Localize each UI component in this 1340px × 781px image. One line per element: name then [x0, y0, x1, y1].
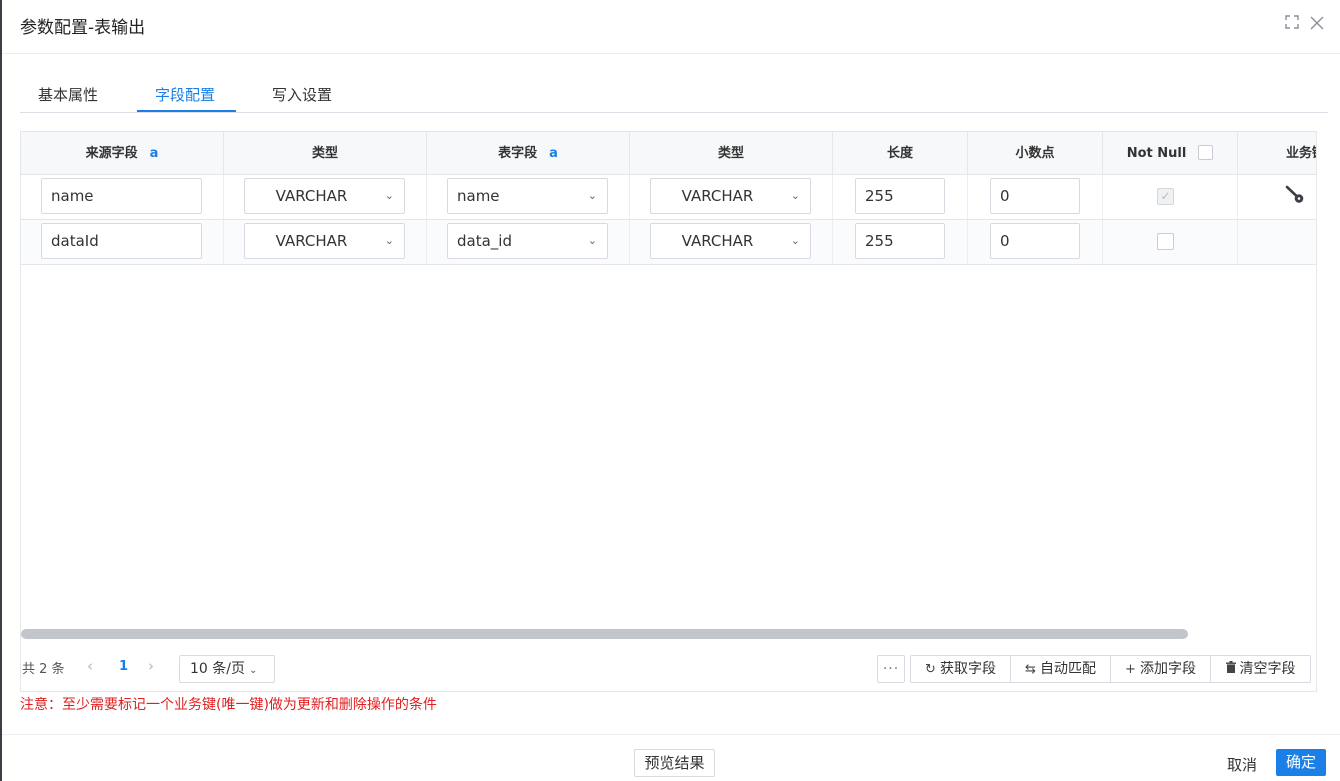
- auto-match-button[interactable]: ⇆ 自动匹配: [1010, 655, 1111, 683]
- close-icon[interactable]: [1308, 15, 1326, 33]
- dialog-title: 参数配置-表输出: [20, 18, 146, 38]
- chevron-down-icon: ⌄: [248, 665, 258, 676]
- active-tab-indicator: [137, 110, 236, 112]
- not-null-checkbox[interactable]: [1157, 233, 1174, 250]
- cell-table-field: data_id ⌄: [427, 220, 630, 264]
- select-value: VARCHAR: [681, 187, 754, 205]
- table-field-select[interactable]: name ⌄: [447, 178, 608, 214]
- cell-table-field: name ⌄: [427, 175, 630, 219]
- dialog-header: 参数配置-表输出: [2, 0, 1340, 54]
- chevron-down-icon: ⌄: [384, 234, 394, 247]
- select-value: data_id: [457, 232, 512, 250]
- chevron-right-icon[interactable]: ›: [148, 657, 154, 675]
- cell-length: 255: [833, 175, 968, 219]
- cell-source-type: VARCHAR ⌄: [224, 175, 427, 219]
- column-header-not-null: Not Null: [1103, 132, 1238, 175]
- select-value: VARCHAR: [275, 187, 348, 205]
- total-count: 共 2 条: [22, 662, 65, 677]
- window-edge: [0, 0, 2, 781]
- cell-table-type: VARCHAR ⌄: [630, 175, 833, 219]
- table-field-select[interactable]: data_id ⌄: [447, 223, 608, 259]
- tab-write-settings[interactable]: 写入设置: [272, 84, 332, 105]
- notice-text: 注意：至少需要标记一个业务键(唯一键)做为更新和删除操作的条件: [20, 697, 437, 713]
- chevron-down-icon: ⌄: [790, 189, 800, 202]
- table-header: 来源字段 a 类型 表字段 a 类型 长度 小数点 Not Null 业务键: [21, 132, 1316, 175]
- table-row: dataId VARCHAR ⌄ data_id ⌄ VARCHAR ⌄ 255…: [21, 220, 1316, 265]
- field-mapping-table: 来源字段 a 类型 表字段 a 类型 长度 小数点 Not Null 业务键 nam…: [20, 131, 1317, 692]
- trash-icon: [1225, 657, 1236, 683]
- dialog-footer: 预览结果 取消 确定: [2, 734, 1340, 781]
- table-type-select[interactable]: VARCHAR ⌄: [650, 178, 811, 214]
- column-header-decimal: 小数点: [968, 132, 1103, 175]
- table-footer: 共 2 条 ‹ 1 › 10 条/页 ⌄ ··· ↻ 获取字段 ⇆ 自动匹配 + 添加字…: [21, 647, 1316, 691]
- decimal-input[interactable]: 0: [990, 178, 1080, 214]
- select-value: name: [457, 187, 500, 205]
- swap-icon: ⇆: [1025, 662, 1036, 677]
- tab-field-config[interactable]: 字段配置: [155, 84, 215, 105]
- select-value: VARCHAR: [275, 232, 348, 250]
- button-label: 自动匹配: [1039, 661, 1096, 677]
- source-type-select[interactable]: VARCHAR ⌄: [244, 223, 405, 259]
- chevron-down-icon: ⌄: [587, 189, 597, 202]
- chevron-down-icon: ⌄: [587, 234, 597, 247]
- horizontal-scrollbar[interactable]: [21, 629, 1188, 639]
- cancel-button[interactable]: 取消: [1227, 754, 1257, 775]
- column-header-business-key: 业务键: [1285, 146, 1316, 161]
- not-null-select-all-checkbox[interactable]: [1198, 144, 1214, 160]
- column-header-table-field: 表字段 a: [427, 132, 630, 175]
- length-input[interactable]: 255: [855, 178, 945, 214]
- tab-basic-properties[interactable]: 基本属性: [38, 84, 98, 105]
- fetch-fields-button[interactable]: ↻ 获取字段: [910, 655, 1011, 683]
- column-header-length: 长度: [833, 132, 968, 175]
- case-toggle-table[interactable]: a: [549, 146, 558, 161]
- cell-length: 255: [833, 220, 968, 264]
- cell-not-null: [1103, 220, 1238, 264]
- page-size-select[interactable]: 10 条/页 ⌄: [179, 655, 275, 683]
- key-icon[interactable]: [1284, 184, 1306, 206]
- select-value: VARCHAR: [681, 232, 754, 250]
- table-row: name VARCHAR ⌄ name ⌄ VARCHAR ⌄ 255 0 ✓: [21, 175, 1316, 220]
- column-label: Not Null: [1126, 146, 1187, 161]
- cell-source-field: dataId: [21, 220, 224, 264]
- page-size-value: 10 条/页: [190, 661, 245, 677]
- source-field-input[interactable]: dataId: [41, 223, 202, 259]
- add-field-button[interactable]: + 添加字段: [1110, 655, 1211, 683]
- button-label: 获取字段: [939, 661, 996, 677]
- column-header-table-type: 类型: [630, 132, 833, 175]
- source-field-input[interactable]: name: [41, 178, 202, 214]
- cell-table-type: VARCHAR ⌄: [630, 220, 833, 264]
- refresh-icon: ↻: [925, 662, 936, 677]
- not-null-checkbox[interactable]: ✓: [1157, 188, 1174, 205]
- button-label: 清空字段: [1239, 661, 1296, 677]
- cell-business-key: [1238, 220, 1316, 264]
- decimal-input[interactable]: 0: [990, 223, 1080, 259]
- table-type-select[interactable]: VARCHAR ⌄: [650, 223, 811, 259]
- chevron-left-icon[interactable]: ‹: [87, 657, 93, 675]
- cell-source-type: VARCHAR ⌄: [224, 220, 427, 264]
- length-input[interactable]: 255: [855, 223, 945, 259]
- cell-decimal: 0: [968, 220, 1103, 264]
- cell-business-key: [1238, 175, 1316, 219]
- preview-button[interactable]: 预览结果: [634, 749, 715, 777]
- clear-fields-button[interactable]: 清空字段: [1210, 655, 1311, 683]
- column-header-source-field: 来源字段 a: [21, 132, 224, 175]
- chevron-down-icon: ⌄: [384, 189, 394, 202]
- chevron-down-icon: ⌄: [790, 234, 800, 247]
- cell-source-field: name: [21, 175, 224, 219]
- plus-icon: +: [1125, 662, 1136, 677]
- more-button[interactable]: ···: [877, 655, 905, 683]
- column-header-source-type: 类型: [224, 132, 427, 175]
- case-toggle-source[interactable]: a: [150, 146, 159, 161]
- expand-icon[interactable]: [1283, 15, 1301, 33]
- page-number[interactable]: 1: [119, 659, 128, 674]
- tab-bar: 基本属性 字段配置 写入设置: [20, 76, 1328, 113]
- source-type-select[interactable]: VARCHAR ⌄: [244, 178, 405, 214]
- cell-decimal: 0: [968, 175, 1103, 219]
- column-label: 表字段: [498, 146, 538, 161]
- cell-not-null: ✓: [1103, 175, 1238, 219]
- column-label: 来源字段: [85, 146, 138, 161]
- confirm-button[interactable]: 确定: [1276, 749, 1326, 776]
- button-label: 添加字段: [1139, 661, 1196, 677]
